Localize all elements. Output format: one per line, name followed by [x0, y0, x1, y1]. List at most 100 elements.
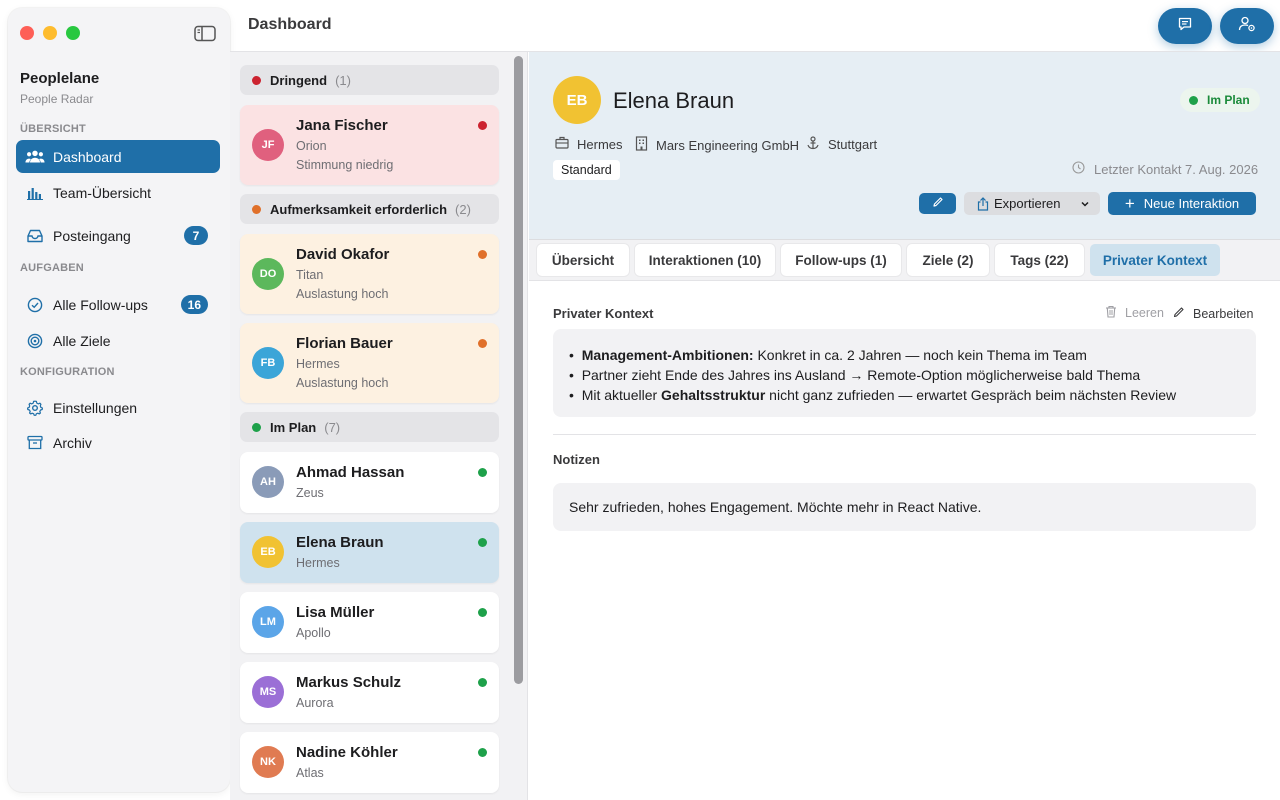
pencil-icon — [932, 195, 944, 213]
status-dot — [478, 538, 487, 547]
avatar: JF — [252, 129, 284, 161]
clock-icon — [1072, 161, 1094, 177]
status-dot — [252, 204, 261, 214]
sidebar-item-label: Einstellungen — [53, 399, 138, 416]
app-subtitle: People Radar — [20, 92, 94, 106]
share-icon — [977, 196, 989, 211]
meta-team: Hermes — [555, 136, 623, 152]
person-settings-icon — [1238, 16, 1256, 37]
sidebar: Peoplelane People Radar ÜBERSICHT Dashbo… — [8, 8, 230, 792]
tab-followups[interactable]: Follow-ups (1) — [781, 244, 901, 276]
avatar: AH — [252, 466, 284, 498]
sidebar-item-label: Posteingang — [53, 227, 131, 244]
minimize-window-button[interactable] — [43, 26, 57, 40]
tab-overview[interactable]: Übersicht — [537, 244, 629, 276]
page-title: Dashboard — [248, 16, 332, 33]
detail-tag: Standard — [553, 160, 620, 180]
detail-location: Stuttgart — [828, 137, 878, 152]
sidebar-item-label: Team-Übersicht — [53, 184, 152, 201]
person-card-david-okafor[interactable]: DO David Okafor Titan Auslastung hoch — [240, 234, 499, 314]
new-interaction-button[interactable]: + Neue Interaktion — [1108, 192, 1256, 215]
sidebar-item-team-overview[interactable]: Team-Übersicht — [16, 176, 220, 209]
check-circle-icon — [25, 295, 45, 315]
group-count: (1) — [335, 72, 351, 88]
person-name: Florian Bauer — [296, 335, 393, 352]
sidebar-item-goals[interactable]: Alle Ziele — [16, 324, 220, 357]
person-team: Titan — [296, 268, 324, 282]
notes-text: Sehr zufrieden, hohes Engagement. Möchte… — [569, 499, 982, 515]
person-name: Jana Fischer — [296, 117, 388, 134]
person-name: Lisa Müller — [296, 604, 375, 621]
detail-company: Mars Engineering GmbH — [656, 137, 800, 153]
person-team: Hermes — [296, 357, 340, 371]
sidebar-item-settings[interactable]: Einstellungen — [16, 391, 220, 424]
meta-company: Mars Engineering GmbH — [635, 136, 799, 154]
export-button[interactable]: Exportieren — [964, 192, 1100, 215]
edit-context-button[interactable]: Bearbeiten — [1173, 306, 1253, 321]
private-context-box: • Management-Ambitionen: Konkret in ca. … — [553, 329, 1256, 417]
avatar: NK — [252, 746, 284, 778]
messages-button[interactable] — [1158, 8, 1212, 44]
list-scrollbar[interactable] — [514, 56, 523, 684]
person-card-nadine-koehler[interactable]: NK Nadine Köhler Atlas — [240, 732, 499, 793]
chat-icon — [1177, 16, 1193, 37]
edit-label: Bearbeiten — [1193, 306, 1254, 321]
section-label-tasks: AUFGABEN — [20, 262, 84, 274]
target-icon — [25, 331, 45, 351]
avatar: FB — [252, 347, 284, 379]
clear-button[interactable]: Leeren — [1105, 305, 1164, 321]
group-header-attention[interactable]: Aufmerksamkeit erforderlich (2) — [240, 194, 499, 224]
bar-chart-icon — [25, 183, 45, 203]
inbox-icon — [25, 226, 45, 246]
person-note: Auslastung hoch — [296, 376, 389, 390]
person-note: Auslastung hoch — [296, 287, 389, 301]
person-card-markus-schulz[interactable]: MS Markus Schulz Aurora — [240, 662, 499, 723]
sidebar-item-inbox[interactable]: Posteingang 7 — [16, 219, 220, 252]
sidebar-item-archive[interactable]: Archiv — [16, 426, 220, 459]
person-card-ahmad-hassan[interactable]: AH Ahmad Hassan Zeus — [240, 452, 499, 513]
app-name: Peoplelane — [20, 70, 100, 87]
edit-button[interactable] — [919, 193, 956, 214]
avatar: EB — [252, 536, 284, 568]
person-note: Stimmung niedrig — [296, 158, 394, 172]
person-card-jana-fischer[interactable]: JF Jana Fischer Orion Stimmung niedrig — [240, 105, 499, 185]
detail-name: Elena Braun — [613, 88, 735, 113]
private-context-title: Privater Kontext — [553, 306, 654, 321]
group-header-on-track[interactable]: Im Plan (7) — [240, 412, 499, 442]
gear-icon — [25, 398, 45, 418]
chevron-down-icon[interactable] — [1080, 197, 1090, 212]
person-card-elena-braun[interactable]: EB Elena Braun Hermes — [240, 522, 499, 583]
sidebar-item-dashboard[interactable]: Dashboard — [16, 140, 220, 173]
person-team: Apollo — [296, 626, 331, 640]
person-name: David Okafor — [296, 246, 390, 263]
section-label-config: KONFIGURATION — [20, 366, 115, 378]
export-label: Exportieren — [994, 196, 1061, 211]
person-card-florian-bauer[interactable]: FB Florian Bauer Hermes Auslastung hoch — [240, 323, 499, 403]
building-icon — [635, 136, 656, 154]
sidebar-toggle-icon[interactable] — [194, 25, 216, 42]
person-card-lisa-mueller[interactable]: LM Lisa Müller Apollo — [240, 592, 499, 653]
status-dot — [478, 608, 487, 617]
new-interaction-label: Neue Interaktion — [1143, 196, 1240, 211]
sidebar-item-label: Dashboard — [53, 148, 122, 165]
window-controls — [20, 26, 80, 40]
add-person-button[interactable] — [1220, 8, 1274, 44]
zoom-window-button[interactable] — [66, 26, 80, 40]
sidebar-item-followups[interactable]: Alle Follow-ups 16 — [16, 288, 220, 321]
tab-private-context[interactable]: Privater Kontext — [1090, 244, 1220, 276]
detail-avatar: EB — [553, 76, 601, 124]
last-contact-text: Letzter Kontakt 7. Aug. 2026 — [1094, 161, 1259, 177]
person-team: Orion — [296, 139, 327, 153]
section-divider — [553, 434, 1256, 435]
tab-interactions[interactable]: Interaktionen (10) — [635, 244, 775, 276]
group-label: Aufmerksamkeit erforderlich — [270, 201, 448, 217]
person-team: Zeus — [296, 486, 324, 500]
tab-tags[interactable]: Tags (22) — [995, 244, 1084, 276]
context-bullet: • Mit aktueller Gehaltsstruktur nicht ga… — [569, 387, 1177, 403]
avatar: DO — [252, 258, 284, 290]
tab-goals[interactable]: Ziele (2) — [907, 244, 989, 276]
trash-icon — [1105, 305, 1125, 321]
group-header-urgent[interactable]: Dringend (1) — [240, 65, 499, 95]
status-dot — [478, 748, 487, 757]
close-window-button[interactable] — [20, 26, 34, 40]
